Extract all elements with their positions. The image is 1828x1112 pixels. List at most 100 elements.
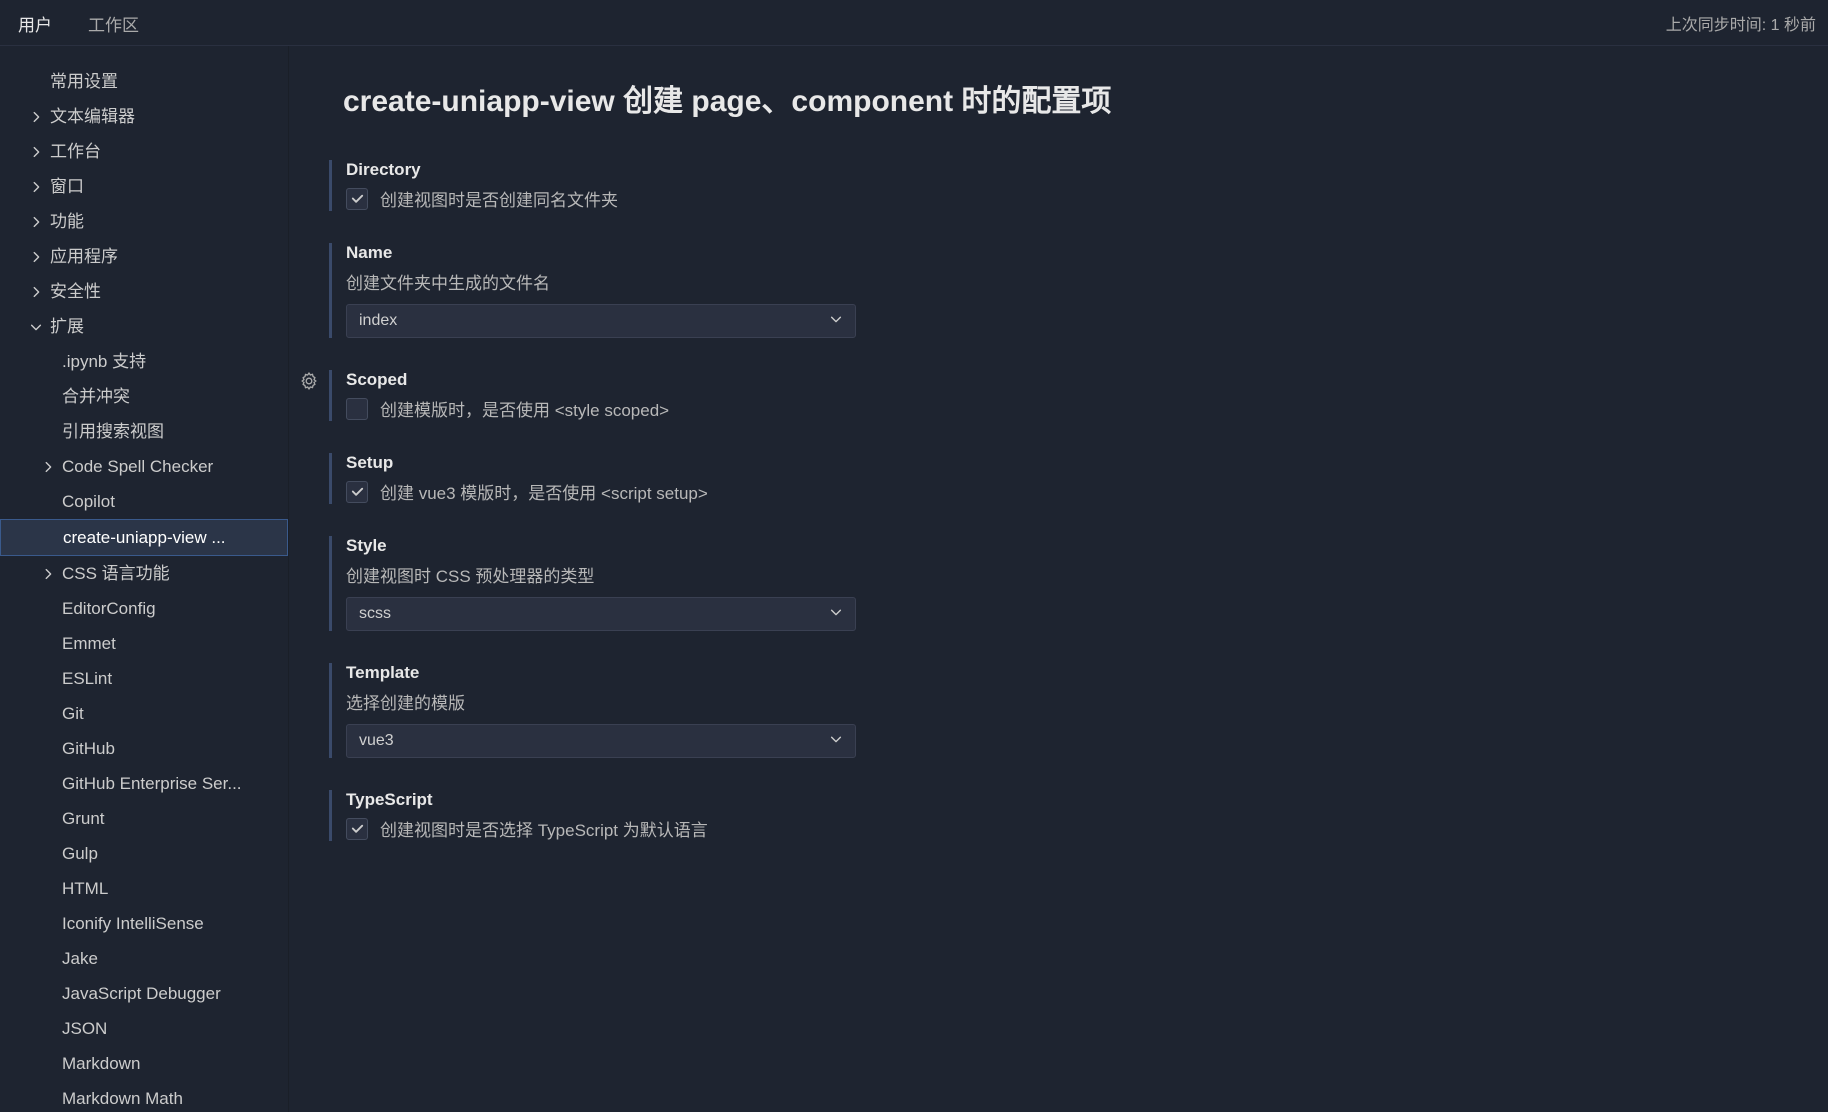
tab-workspace[interactable]: 工作区 (70, 0, 157, 47)
sidebar-item[interactable]: create-uniapp-view ... (0, 519, 288, 556)
select-name[interactable]: index (346, 304, 856, 338)
setting-title: Scoped (346, 370, 989, 390)
sidebar-item[interactable]: 文本编辑器 (0, 99, 288, 134)
sidebar-item[interactable]: 合并冲突 (0, 379, 288, 414)
setting-style: Style 创建视图时 CSS 预处理器的类型 scss (329, 536, 989, 631)
sidebar-item-label: EditorConfig (62, 596, 156, 622)
sidebar-item[interactable]: Copilot (0, 484, 288, 519)
sidebar-item[interactable]: 常用设置 (0, 64, 288, 99)
sidebar-item-label: .ipynb 支持 (62, 349, 146, 375)
setting-description: 创建 vue3 模版时，是否使用 <script setup> (380, 479, 708, 504)
chevron-right-icon (40, 566, 56, 582)
tab-user[interactable]: 用户 (0, 0, 70, 47)
sidebar-item[interactable]: 安全性 (0, 274, 288, 309)
sidebar-item[interactable]: GitHub (0, 731, 288, 766)
sidebar-item-label: Emmet (62, 631, 116, 657)
chevron-down-icon (829, 604, 843, 624)
sidebar-item[interactable]: ESLint (0, 661, 288, 696)
sidebar-item[interactable]: GitHub Enterprise Ser... (0, 766, 288, 801)
sidebar-item[interactable]: 窗口 (0, 169, 288, 204)
checkbox-row: 创建视图时是否创建同名文件夹 (346, 186, 989, 211)
chevron-down-icon (28, 319, 44, 335)
checkbox[interactable] (346, 818, 368, 840)
page-title: create-uniapp-view 创建 page、component 时的配… (343, 76, 1788, 120)
setting-description: 选择创建的模版 (346, 689, 989, 714)
sidebar-item[interactable]: 功能 (0, 204, 288, 239)
sidebar-item-label: ESLint (62, 666, 112, 692)
sidebar-item-label: create-uniapp-view ... (63, 525, 226, 551)
setting-title: TypeScript (346, 790, 989, 810)
select-style[interactable]: scss (346, 597, 856, 631)
chevron-right-icon (28, 109, 44, 125)
sidebar-item[interactable]: JavaScript Debugger (0, 976, 288, 1011)
sidebar-item-label: 功能 (50, 209, 84, 235)
setting-description: 创建模版时，是否使用 <style scoped> (380, 396, 669, 421)
sidebar-item[interactable]: Markdown Math (0, 1081, 288, 1112)
sidebar-item-label: CSS 语言功能 (62, 561, 170, 587)
sidebar-item[interactable]: Grunt (0, 801, 288, 836)
sidebar-item[interactable]: Iconify IntelliSense (0, 906, 288, 941)
sidebar-item[interactable]: Jake (0, 941, 288, 976)
chevron-right-icon (28, 144, 44, 160)
checkbox[interactable] (346, 188, 368, 210)
chevron-down-icon (829, 311, 843, 331)
sidebar-item-label: 常用设置 (50, 69, 118, 95)
header: 用户 工作区 上次同步时间: 1 秒前 (0, 0, 1828, 46)
sidebar-item-label: Markdown Math (62, 1086, 183, 1112)
sidebar-item-label: 扩展 (50, 314, 84, 340)
setting-template: Template 选择创建的模版 vue3 (329, 663, 989, 758)
chevron-right-icon (28, 214, 44, 230)
sidebar-item-label: Git (62, 701, 84, 727)
sidebar-item[interactable]: CSS 语言功能 (0, 556, 288, 591)
sidebar-item-label: 安全性 (50, 279, 101, 305)
sidebar-item[interactable]: .ipynb 支持 (0, 344, 288, 379)
sidebar-item-label: 工作台 (50, 139, 101, 165)
settings-content[interactable]: create-uniapp-view 创建 page、component 时的配… (289, 46, 1828, 1112)
settings-scope-tabs: 用户 工作区 (0, 0, 157, 47)
chevron-right-icon (40, 459, 56, 475)
sidebar-item[interactable]: Gulp (0, 836, 288, 871)
sidebar-item[interactable]: Git (0, 696, 288, 731)
sidebar-item-label: Jake (62, 946, 98, 972)
checkbox-row: 创建模版时，是否使用 <style scoped> (346, 396, 989, 421)
sidebar-item-label: GitHub (62, 736, 115, 762)
sidebar-item[interactable]: HTML (0, 871, 288, 906)
sidebar-item-label: Iconify IntelliSense (62, 911, 204, 937)
sidebar-item-label: JSON (62, 1016, 107, 1042)
sidebar-item-label: Grunt (62, 806, 105, 832)
setting-scoped: Scoped 创建模版时，是否使用 <style scoped> (329, 370, 989, 421)
setting-description: 创建视图时 CSS 预处理器的类型 (346, 562, 989, 587)
select-value: vue3 (359, 732, 394, 750)
setting-description: 创建视图时是否选择 TypeScript 为默认语言 (380, 816, 708, 841)
setting-title: Directory (346, 160, 989, 180)
sidebar-item[interactable]: 扩展 (0, 309, 288, 344)
setting-title: Style (346, 536, 989, 556)
sidebar-item[interactable]: Markdown (0, 1046, 288, 1081)
checkbox[interactable] (346, 481, 368, 503)
setting-title: Template (346, 663, 989, 683)
checkbox-row: 创建 vue3 模版时，是否使用 <script setup> (346, 479, 989, 504)
select-template[interactable]: vue3 (346, 724, 856, 758)
sidebar-item[interactable]: JSON (0, 1011, 288, 1046)
checkbox[interactable] (346, 398, 368, 420)
sidebar-item-label: 引用搜索视图 (62, 419, 164, 445)
sidebar-item[interactable]: 工作台 (0, 134, 288, 169)
sidebar-item[interactable]: 应用程序 (0, 239, 288, 274)
setting-setup: Setup创建 vue3 模版时，是否使用 <script setup> (329, 453, 989, 504)
select-value: index (359, 312, 397, 330)
sidebar-item[interactable]: Code Spell Checker (0, 449, 288, 484)
main: 常用设置文本编辑器工作台窗口功能应用程序安全性扩展 .ipynb 支持合并冲突引用… (0, 46, 1828, 1112)
chevron-right-icon (28, 249, 44, 265)
chevron-right-icon (28, 179, 44, 195)
settings-tree[interactable]: 常用设置文本编辑器工作台窗口功能应用程序安全性扩展 .ipynb 支持合并冲突引用… (0, 46, 289, 1112)
setting-description: 创建视图时是否创建同名文件夹 (380, 186, 618, 211)
sidebar-item-label: HTML (62, 876, 108, 902)
chevron-down-icon (829, 731, 843, 751)
gear-icon[interactable] (300, 372, 318, 395)
sidebar-item-label: 文本编辑器 (50, 104, 135, 130)
sidebar-item[interactable]: 引用搜索视图 (0, 414, 288, 449)
sidebar-item[interactable]: Emmet (0, 626, 288, 661)
sidebar-item[interactable]: EditorConfig (0, 591, 288, 626)
setting-description: 创建文件夹中生成的文件名 (346, 269, 989, 294)
sidebar-item-label: JavaScript Debugger (62, 981, 221, 1007)
